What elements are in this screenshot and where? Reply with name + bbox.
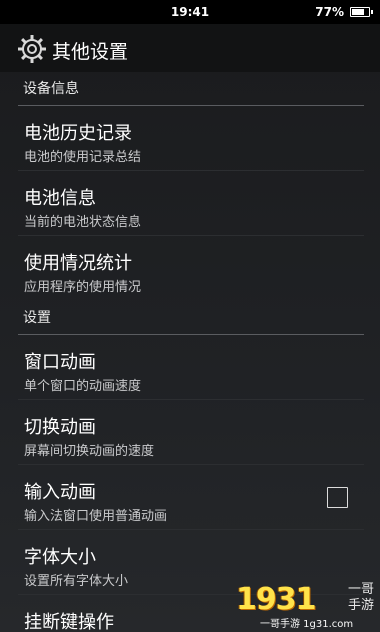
item-summary: 应用程序的使用情况 [24,280,142,295]
item-summary: 屏幕间切换动画的速度 [24,444,155,459]
status-bar: 19:41 77% [0,0,380,24]
watermark-logo: 1931 [236,582,316,617]
item-summary: 单个窗口的动画速度 [24,379,142,394]
page-title: 其他设置 [52,41,129,63]
screen: 19:41 77% 其他设置 设备信息 电池历史记录 电池的使用记录总结 电池信… [0,0,380,632]
watermark-side-line-2: 手游 [347,598,374,613]
section-header-settings: 设置 [0,301,380,335]
item-title: 字体大小 [24,547,96,568]
watermark-side-text: 一哥 手游 [348,582,374,614]
list-item-input-animation[interactable]: 输入动画 输入法窗口使用普通动画 [0,465,380,530]
item-title: 使用情况统计 [24,253,132,274]
item-title: 电池历史记录 [24,123,132,144]
list-item-battery-history[interactable]: 电池历史记录 电池的使用记录总结 [0,106,380,171]
list-item-window-animation[interactable]: 窗口动画 单个窗口的动画速度 [0,335,380,400]
item-title: 电池信息 [24,188,96,209]
action-bar: 其他设置 [0,24,380,72]
list-item-battery-info[interactable]: 电池信息 当前的电池状态信息 [0,171,380,236]
section-header-device-info: 设备信息 [0,72,380,106]
site-watermark: 1931 一哥 手游 一哥手游 1g31.com [230,576,380,632]
item-title: 切换动画 [24,417,96,438]
item-summary: 输入法窗口使用普通动画 [24,509,168,524]
list-item-usage-stats[interactable]: 使用情况统计 应用程序的使用情况 [0,236,380,301]
battery-percent: 77% [315,5,344,19]
item-summary: 设置所有字体大小 [24,574,129,589]
item-title: 挂断键操作 [24,612,114,632]
watermark-side-line-1: 一哥 [347,582,374,597]
gear-icon[interactable] [17,34,47,64]
settings-list: 设备信息 电池历史记录 电池的使用记录总结 电池信息 当前的电池状态信息 使用情… [0,72,380,632]
battery-fill [352,9,364,15]
item-summary: 电池的使用记录总结 [24,150,142,165]
item-title: 窗口动画 [24,352,96,373]
watermark-url: 一哥手游 1g31.com [260,619,354,630]
item-summary: 当前的电池状态信息 [24,215,142,230]
input-animation-checkbox[interactable] [327,487,348,508]
list-item-transition-animation[interactable]: 切换动画 屏幕间切换动画的速度 [0,400,380,465]
battery-icon [350,7,373,17]
item-title: 输入动画 [24,482,96,503]
